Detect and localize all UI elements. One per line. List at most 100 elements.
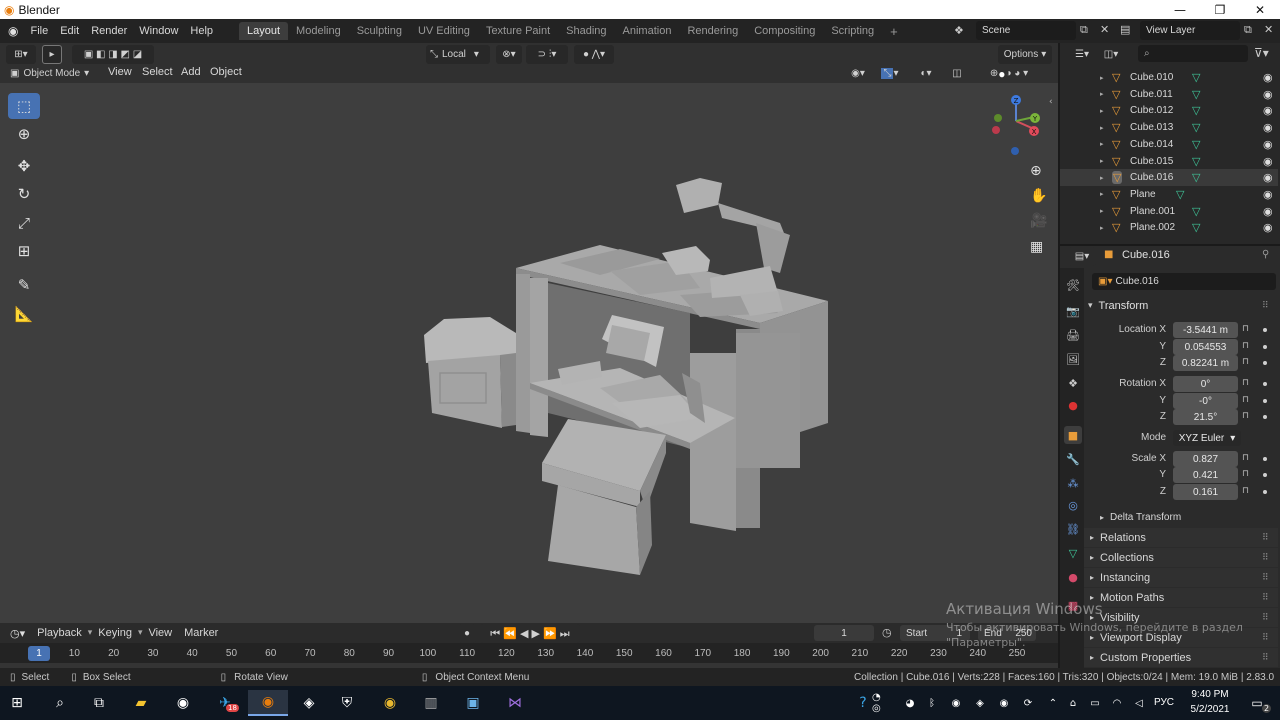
mesh-data-icon[interactable]: ▽ xyxy=(1192,88,1200,101)
network-icon[interactable]: ⌂ xyxy=(1064,690,1082,716)
show-hidden-icons[interactable]: ⌃ xyxy=(1044,690,1062,716)
visibility-eye-icon[interactable]: ◉ xyxy=(1263,104,1273,117)
properties-editor-type-icon[interactable]: ▤▾ xyxy=(1068,247,1096,266)
property-section-instancing[interactable]: ▸ Instancing ⠿ xyxy=(1084,568,1278,587)
selection-mode-icons[interactable]: ▣ ◧ ◨ ◩ ◪ xyxy=(72,45,154,64)
viewport-menu-add[interactable]: Add xyxy=(175,66,207,78)
expand-arrow-icon[interactable]: ▸ xyxy=(1100,74,1104,82)
visibility-eye-icon[interactable]: ◉ xyxy=(1263,188,1273,201)
viewport-menu-select[interactable]: Select xyxy=(136,66,179,78)
mesh-data-tab-icon[interactable]: ▽ xyxy=(1064,544,1082,562)
snap-icon[interactable]: ⊃ ⫶▾ xyxy=(526,45,568,64)
maximize-icon[interactable]: ❐ xyxy=(1200,0,1240,19)
steam-icon[interactable]: ◉ xyxy=(170,690,196,716)
rotation-y-field[interactable]: -0° xyxy=(1173,393,1238,409)
visibility-icon[interactable]: ◉▾ xyxy=(844,64,872,83)
mesh-data-icon[interactable]: ▽ xyxy=(1192,205,1200,218)
outliner-row[interactable]: ▸ ▽ Cube.012 ▽ ◉ xyxy=(1060,102,1278,119)
outliner-row[interactable]: ▸ ▽ Cube.011 ▽ ◉ xyxy=(1060,86,1278,103)
drag-handle-icon[interactable]: ⠿ xyxy=(1262,572,1269,583)
tray-chrome-icon[interactable]: ◉ xyxy=(994,690,1014,716)
animate-property-icon[interactable] xyxy=(1263,490,1267,494)
lock-icon[interactable]: ⊓ xyxy=(1242,469,1249,479)
tab-uv-editing[interactable]: UV Editing xyxy=(410,22,478,40)
taskbar-date[interactable]: 5/2/2021 xyxy=(1186,704,1234,715)
drag-handle-icon[interactable]: ⠿ xyxy=(1262,652,1269,663)
database-app-icon[interactable]: ▥ xyxy=(418,690,444,716)
wifi-icon[interactable]: ◠ xyxy=(1108,690,1126,716)
expand-arrow-icon[interactable]: ▸ xyxy=(1100,107,1104,115)
blender-menu-icon[interactable]: ◉ xyxy=(8,24,18,38)
chrome-icon[interactable]: ◉ xyxy=(377,690,403,716)
bluetooth-icon[interactable]: ᛒ xyxy=(922,690,942,716)
tab-sculpting[interactable]: Sculpting xyxy=(349,22,410,40)
transform-section-header[interactable]: ▾ Transform ⠿ xyxy=(1084,296,1278,315)
search-icon[interactable]: ⌕ xyxy=(47,690,73,716)
visibility-eye-icon[interactable]: ◉ xyxy=(1263,205,1273,218)
taskbar-time[interactable]: 9:40 PM xyxy=(1190,689,1230,700)
task-view-icon[interactable]: ⧉ xyxy=(86,690,112,716)
mesh-data-icon[interactable]: ▽ xyxy=(1176,188,1184,201)
animate-property-icon[interactable] xyxy=(1263,345,1267,349)
animate-property-icon[interactable] xyxy=(1263,415,1267,419)
expand-arrow-icon[interactable]: ▸ xyxy=(1100,190,1104,198)
remove-view-layer-icon[interactable]: ✕ xyxy=(1264,23,1273,36)
preview-range-icon[interactable]: ◷ xyxy=(882,626,892,639)
outliner-row[interactable]: ▸ ▽ Cube.013 ▽ ◉ xyxy=(1060,119,1278,136)
expand-arrow-icon[interactable]: ▸ xyxy=(1100,207,1104,215)
output-tab-icon[interactable]: 🖨 xyxy=(1064,326,1082,344)
overlays-icon[interactable]: ◐▾ xyxy=(912,64,940,83)
tray-game-icon[interactable]: ◈ xyxy=(970,690,990,716)
photos-app-icon[interactable]: ▣ xyxy=(460,690,486,716)
outliner-editor-type-icon[interactable]: ☰▾ xyxy=(1068,45,1096,64)
drag-handle-icon[interactable]: ⠿ xyxy=(1262,592,1269,603)
shield-app-icon[interactable]: ⛨ xyxy=(334,690,360,716)
visibility-eye-icon[interactable]: ◉ xyxy=(1263,171,1273,184)
file-explorer-icon[interactable]: ▰ xyxy=(128,690,154,716)
rotation-mode-dropdown[interactable]: XYZ Euler ▾ xyxy=(1173,430,1241,446)
expand-arrow-icon[interactable]: ▸ xyxy=(1100,140,1104,148)
outliner-row[interactable]: ▸ ▽ Plane.002 ▽ ◉ xyxy=(1060,219,1278,236)
expand-arrow-icon[interactable]: ▸ xyxy=(1100,124,1104,132)
current-frame-field[interactable]: 1 xyxy=(814,625,874,641)
pin-icon[interactable]: ⚲ xyxy=(1262,249,1269,260)
tray-app-icon[interactable]: ◉ xyxy=(946,690,966,716)
render-tab-icon[interactable]: 📷 xyxy=(1064,302,1082,320)
lock-icon[interactable]: ⊓ xyxy=(1242,411,1249,421)
filter-icon[interactable]: ⊽▾ xyxy=(1254,46,1269,60)
outliner-row[interactable]: ▸ ▽ Cube.014 ▽ ◉ xyxy=(1060,136,1278,153)
tab-compositing[interactable]: Compositing xyxy=(746,22,823,40)
lock-icon[interactable]: ⊓ xyxy=(1242,324,1249,334)
drag-handle-icon[interactable]: ⠿ xyxy=(1262,632,1269,643)
menu-window[interactable]: Window xyxy=(133,25,184,37)
rotation-z-field[interactable]: 21.5° xyxy=(1173,409,1238,425)
lock-icon[interactable]: ⊓ xyxy=(1242,453,1249,463)
location-z-field[interactable]: 0.82241 m xyxy=(1173,355,1238,371)
visual-studio-icon[interactable]: ⋈ xyxy=(502,690,528,716)
scene-field[interactable]: Scene xyxy=(976,21,1076,40)
battery-icon[interactable]: ▭ xyxy=(1086,690,1104,716)
tab-rendering[interactable]: Rendering xyxy=(679,22,746,40)
outliner-search-input[interactable]: ⌕ xyxy=(1138,45,1248,62)
material-tab-icon[interactable]: ● xyxy=(1064,568,1082,586)
view-layer-field[interactable]: View Layer xyxy=(1140,21,1240,40)
shading-mode-icons[interactable]: ⊕ ● ◑ ◕ ▾ xyxy=(968,64,1050,83)
mesh-data-icon[interactable]: ▽ xyxy=(1192,221,1200,234)
rotation-x-field[interactable]: 0° xyxy=(1173,376,1238,392)
drag-handle-icon[interactable]: ⠿ xyxy=(1262,301,1269,311)
view-layer-icon[interactable]: ▤ xyxy=(1120,23,1130,36)
clock-icon[interactable]: ◷▾ xyxy=(10,627,25,640)
copy-view-layer-icon[interactable]: ⧉ xyxy=(1244,23,1252,37)
physics-tab-icon[interactable]: ◎ xyxy=(1064,496,1082,514)
mesh-data-icon[interactable]: ▽ xyxy=(1192,104,1200,117)
language-indicator[interactable]: РУС xyxy=(1154,697,1174,708)
object-name-field[interactable]: ▣▾ Cube.016 xyxy=(1092,273,1276,290)
scene-icon[interactable]: ❖ xyxy=(954,24,964,37)
editor-type-icon[interactable]: ⊞▾ xyxy=(6,45,36,64)
telegram-icon[interactable]: ✈ xyxy=(212,690,238,716)
outliner-row[interactable]: ▸ ▽ Cube.010 ▽ ◉ xyxy=(1060,69,1278,86)
viewport-menu-view[interactable]: View xyxy=(102,66,138,78)
windows-start-icon[interactable]: ⊞ xyxy=(4,690,30,716)
menu-file[interactable]: File xyxy=(24,25,54,37)
drag-handle-icon[interactable]: ⠿ xyxy=(1262,612,1269,623)
